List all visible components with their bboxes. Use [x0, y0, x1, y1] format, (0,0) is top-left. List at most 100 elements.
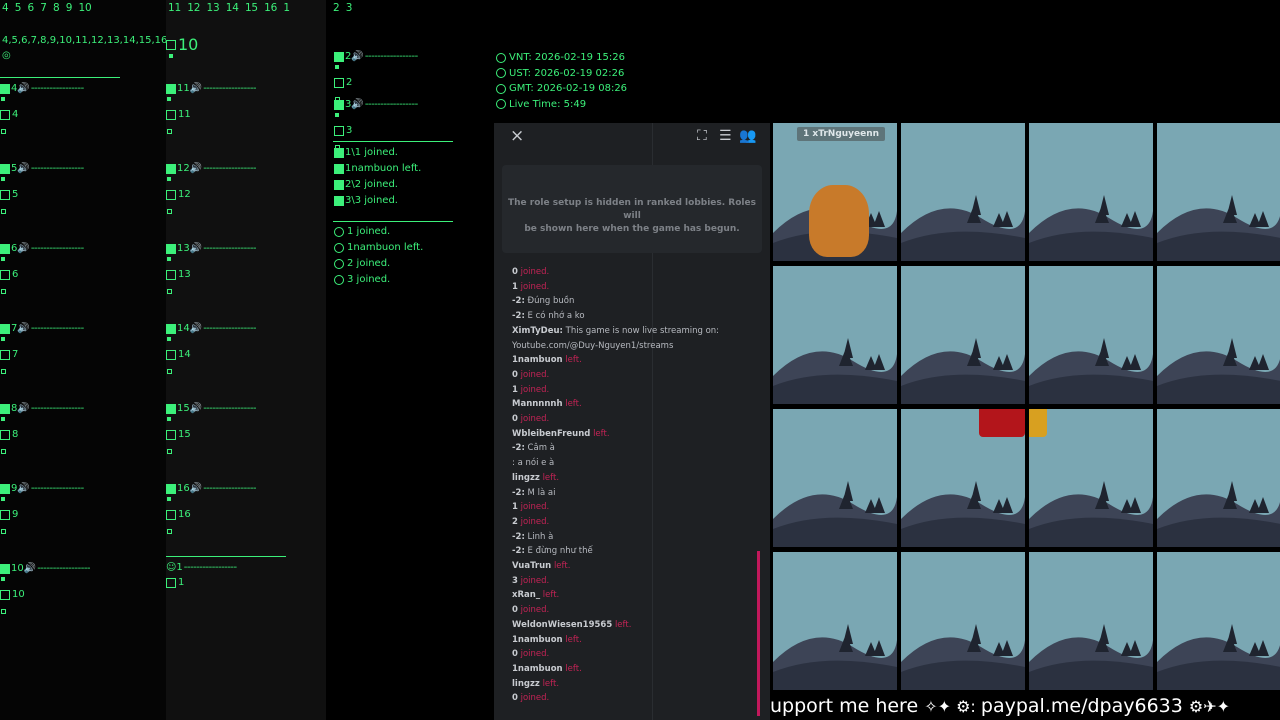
- chat-message: joined.: [520, 605, 550, 616]
- chat-log[interactable]: 0 joined. 1 joined. -2: Đúng buồn -2: E có …: [512, 265, 752, 706]
- log-text: 3 joined.: [347, 274, 391, 285]
- slot-label: 10: [12, 589, 25, 600]
- movie-snack-icon: [1029, 409, 1047, 437]
- slot-number: 15: [177, 403, 190, 414]
- speaker-icon: 🔊: [351, 51, 364, 62]
- chat-scrollbar[interactable]: [757, 551, 760, 716]
- join-log-2: 1 joined. 1nambuon left. 2 joined. 3 joined…: [334, 224, 423, 288]
- checkbox[interactable]: [334, 125, 344, 136]
- speaker-icon: 🔊: [189, 323, 203, 334]
- chat-line: 0 joined.: [512, 691, 752, 706]
- checkbox[interactable]: [334, 77, 344, 88]
- player-tile[interactable]: [1157, 552, 1280, 690]
- player-tile[interactable]: [1029, 266, 1153, 404]
- slot-label: 16: [178, 509, 191, 520]
- decor-icon: ✧✦ ⚙:: [924, 697, 981, 716]
- slot-dashes: -----------------: [203, 163, 257, 174]
- bell-icon: [334, 259, 344, 269]
- status-square: [0, 323, 10, 334]
- banner-text: upport me here: [770, 695, 919, 717]
- chat-message: Linh à: [527, 531, 554, 542]
- chat-name: 1nambuon: [512, 355, 563, 366]
- chat-line: 3 joined.: [512, 574, 752, 589]
- player-tile[interactable]: [1029, 409, 1153, 547]
- chat-name: 0: [512, 693, 518, 704]
- chat-line: 0 joined.: [512, 603, 752, 618]
- popcorn-icon: [979, 409, 1025, 437]
- close-icon[interactable]: ×: [510, 126, 524, 146]
- player-tile[interactable]: [901, 552, 1025, 690]
- chat-line: 1nambuon left.: [512, 353, 752, 368]
- slot-label: 12: [178, 189, 191, 200]
- player-tile[interactable]: [901, 123, 1025, 261]
- chat-line: -2: E có nhớ a ko: [512, 309, 752, 324]
- status-square: [166, 163, 176, 174]
- fullscreen-icon[interactable]: ⛶: [697, 128, 707, 144]
- player-tile[interactable]: [1029, 123, 1153, 261]
- player-slot: 12 🔊 ----------------- 12: [166, 163, 326, 243]
- players-icon[interactable]: 👥: [739, 128, 756, 144]
- player-tile[interactable]: 1 xTrNguyeenn: [773, 123, 897, 261]
- player-slot: 5 🔊 ----------------- 5: [0, 163, 160, 243]
- status-square: [334, 180, 344, 190]
- chat-message: Đúng buồn: [527, 296, 575, 307]
- slot-dot: [167, 257, 171, 261]
- clock-icon: [496, 83, 506, 94]
- player-tile[interactable]: [773, 409, 897, 547]
- slot-dashes: -----------------: [364, 99, 418, 110]
- checkbox[interactable]: [166, 429, 176, 440]
- column-1-subheader: 4,5,6,7,8,9,10,11,12,13,14,15,16: [2, 35, 168, 46]
- status-square: [0, 243, 10, 254]
- player-tile[interactable]: [773, 266, 897, 404]
- log-text: 1\1 joined.: [345, 147, 398, 158]
- checkbox[interactable]: [0, 189, 10, 200]
- chat-message: left.: [614, 619, 632, 630]
- checkbox[interactable]: [0, 269, 10, 280]
- column-1-header: 4 5 6 7 8 9 10: [2, 2, 92, 14]
- chat-message: This game is now live streaming on:: [565, 325, 720, 336]
- slot-dashes: -----------------: [203, 83, 257, 94]
- player-tile[interactable]: [901, 409, 1025, 547]
- player-tile[interactable]: [1157, 123, 1280, 261]
- slot-label: 15: [178, 429, 191, 440]
- player-slot: 8 🔊 ----------------- 8: [0, 403, 160, 483]
- checkbox[interactable]: [166, 189, 176, 200]
- slot-label: 7: [12, 349, 19, 360]
- slot-dot-hollow: [1, 369, 6, 374]
- player-tile[interactable]: [773, 552, 897, 690]
- player-tile[interactable]: [901, 266, 1025, 404]
- checkbox[interactable]: [166, 349, 176, 360]
- slot-dot: [167, 97, 171, 101]
- chat-message: left.: [542, 472, 560, 483]
- checkbox[interactable]: [0, 109, 10, 120]
- checkbox[interactable]: [0, 429, 10, 440]
- chat-name: 0: [512, 414, 518, 425]
- player-tile[interactable]: [1029, 552, 1153, 690]
- slot-dot-hollow: [167, 449, 172, 454]
- settings-icon: ◎: [2, 50, 11, 61]
- checkbox[interactable]: [0, 589, 10, 600]
- chat-line: -2: Câm à: [512, 441, 752, 456]
- slot-dashes: -----------------: [364, 51, 418, 62]
- chat-line: 1nambuon left.: [512, 662, 752, 677]
- vnt-time: VNT: 2026-02-19 15:26: [509, 52, 625, 63]
- player-tile[interactable]: [1157, 409, 1280, 547]
- divider: [0, 77, 120, 78]
- chat-message: E có nhớ a ko: [527, 311, 585, 322]
- checkbox[interactable]: [166, 509, 176, 520]
- checkbox[interactable]: [166, 109, 176, 120]
- chat-name: lingzz: [512, 472, 540, 483]
- checkbox[interactable]: [0, 509, 10, 520]
- role-setup-text-2: be shown here when the game has begun.: [524, 224, 740, 234]
- list-icon[interactable]: ☰: [719, 128, 732, 144]
- speaker-icon: 🔊: [17, 163, 30, 174]
- slot-column-2: 11 12 13 14 15 16 1 10 11 🔊 --------------…: [166, 0, 326, 720]
- slot-dashes: -----------------: [203, 403, 257, 414]
- player-tile[interactable]: [1157, 266, 1280, 404]
- chat-message: joined.: [520, 575, 550, 586]
- paypal-link[interactable]: paypal.me/dpay6633: [981, 695, 1183, 717]
- checkbox[interactable]: [166, 269, 176, 280]
- speaker-icon: 🔊: [189, 243, 203, 254]
- chat-line: -2: Đúng buồn: [512, 294, 752, 309]
- checkbox[interactable]: [0, 349, 10, 360]
